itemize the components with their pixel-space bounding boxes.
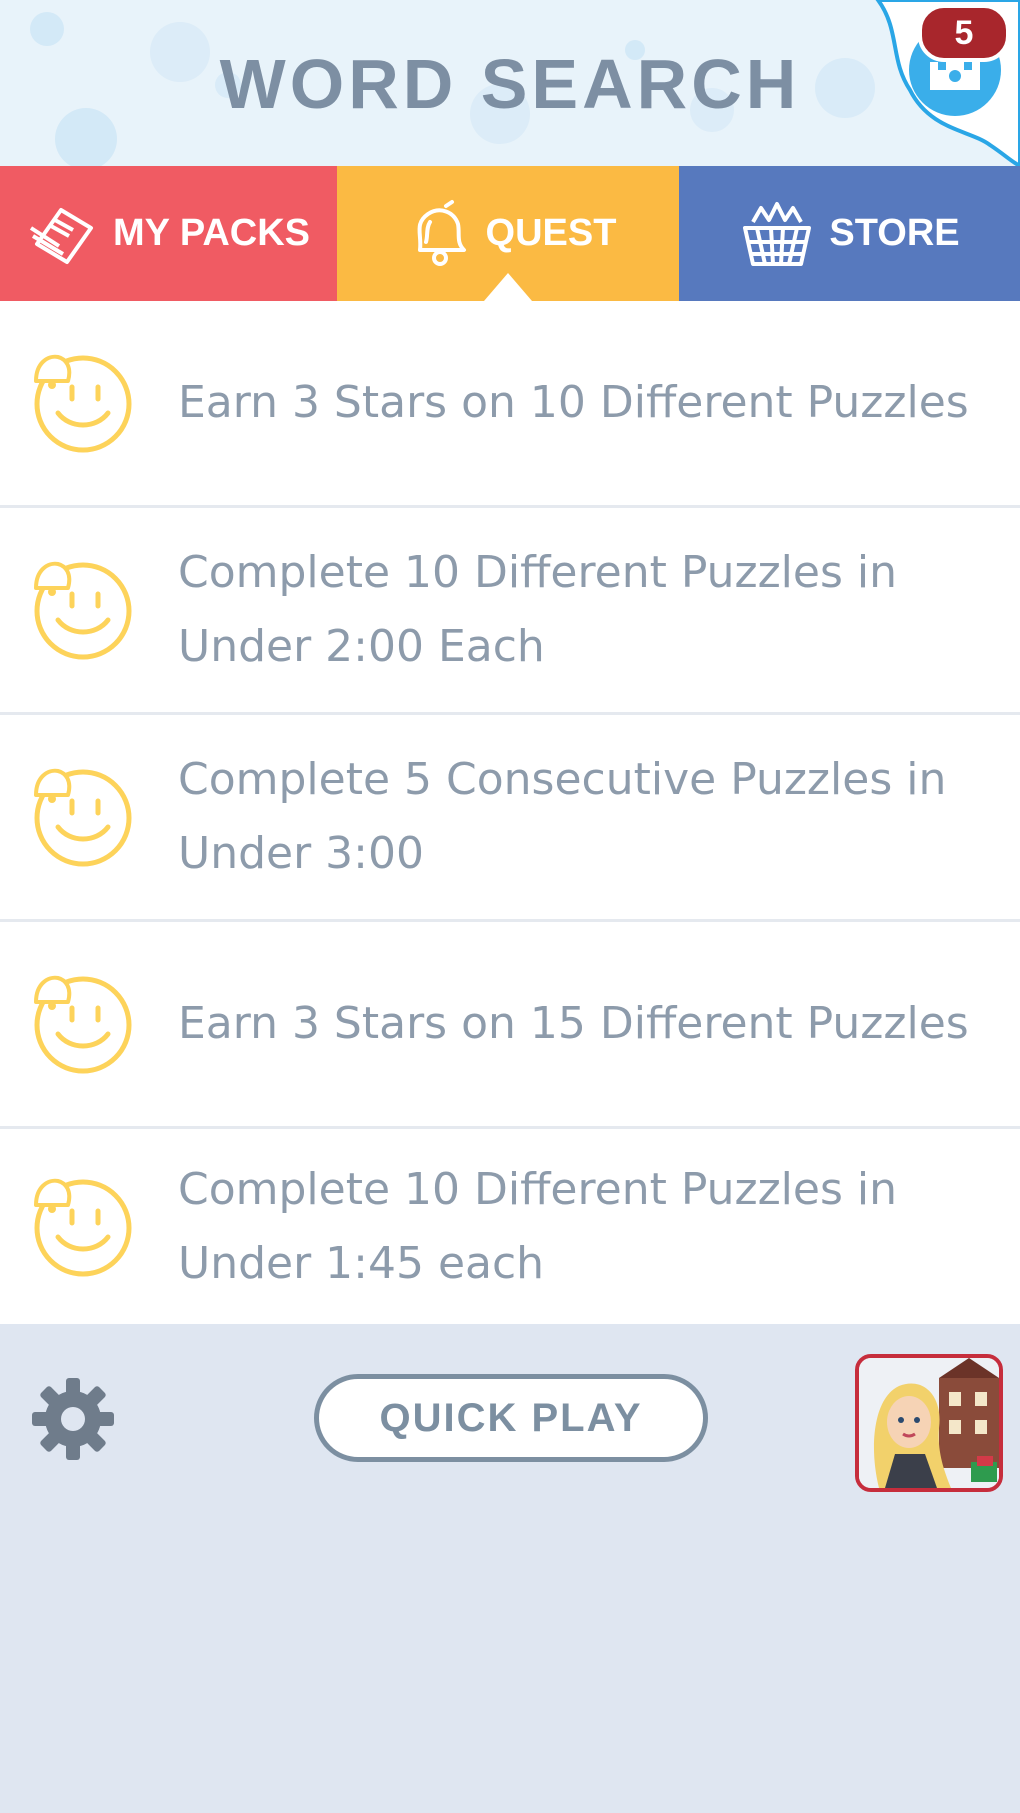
- quest-text: Earn 3 Stars on 10 Different Puzzles: [178, 377, 969, 428]
- tab-my-packs[interactable]: MY PACKS: [0, 166, 337, 301]
- quest-list: Earn 3 Stars on 10 Different Puzzles Com…: [0, 301, 1020, 1324]
- quick-play-button[interactable]: QUICK PLAY: [314, 1374, 708, 1462]
- footer-bar: QUICK PLAY: [0, 1324, 1020, 1813]
- smiley-bell-icon: [34, 354, 132, 453]
- app-header: WORD SEARCH 5: [0, 0, 1020, 166]
- smiley-bell-icon: [34, 768, 132, 867]
- quest-text: Earn 3 Stars on 15 Different Puzzles: [178, 998, 969, 1049]
- smiley-bell-icon: [34, 561, 132, 660]
- bell-icon: [417, 199, 466, 266]
- quest-item[interactable]: Complete 5 Consecutive Puzzles in Under …: [0, 715, 1020, 922]
- quest-item[interactable]: Complete 10 Different Puzzles in Under 2…: [0, 508, 1020, 715]
- tab-my-packs-label: MY PACKS: [112, 212, 311, 254]
- quest-item[interactable]: Earn 3 Stars on 10 Different Puzzles: [0, 301, 1020, 508]
- profile-button[interactable]: 5: [860, 0, 1020, 166]
- quest-text: Complete 10 Different Puzzles in Under 2…: [178, 547, 897, 672]
- smiley-bell-icon: [34, 975, 132, 1074]
- smiley-bell-icon: [34, 1178, 132, 1276]
- gear-icon[interactable]: [30, 1376, 116, 1462]
- notification-badge: 5: [918, 4, 1010, 62]
- basket-icon: [743, 201, 812, 266]
- quest-text: Complete 10 Different Puzzles in Under 1…: [178, 1163, 897, 1289]
- main-tabs: MY PACKS QUEST STORE: [0, 166, 1020, 301]
- quest-text: Complete 5 Consecutive Puzzles in Under …: [178, 754, 947, 879]
- cards-icon: [29, 207, 93, 264]
- tab-quest-label: QUEST: [485, 212, 617, 254]
- active-tab-indicator: [484, 273, 532, 301]
- promo-artwork: [859, 1358, 999, 1488]
- tab-store-label: STORE: [829, 212, 960, 254]
- quest-item[interactable]: Complete 10 Different Puzzles in Under 1…: [0, 1129, 1020, 1324]
- game-promo-icon[interactable]: [855, 1354, 1003, 1492]
- tab-store[interactable]: STORE: [679, 166, 1020, 301]
- quest-item[interactable]: Earn 3 Stars on 15 Different Puzzles: [0, 922, 1020, 1129]
- tab-quest[interactable]: QUEST: [337, 166, 679, 301]
